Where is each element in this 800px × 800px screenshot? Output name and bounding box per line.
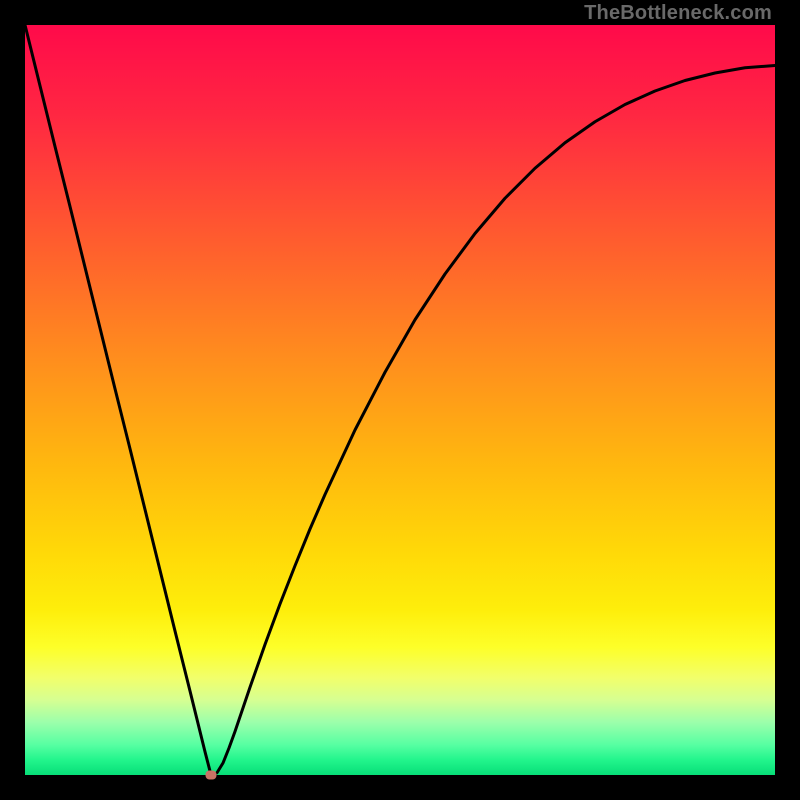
minimum-marker bbox=[206, 771, 217, 780]
plot-area bbox=[25, 25, 775, 775]
watermark-text: TheBottleneck.com bbox=[584, 2, 772, 25]
bottleneck-curve bbox=[25, 25, 775, 775]
